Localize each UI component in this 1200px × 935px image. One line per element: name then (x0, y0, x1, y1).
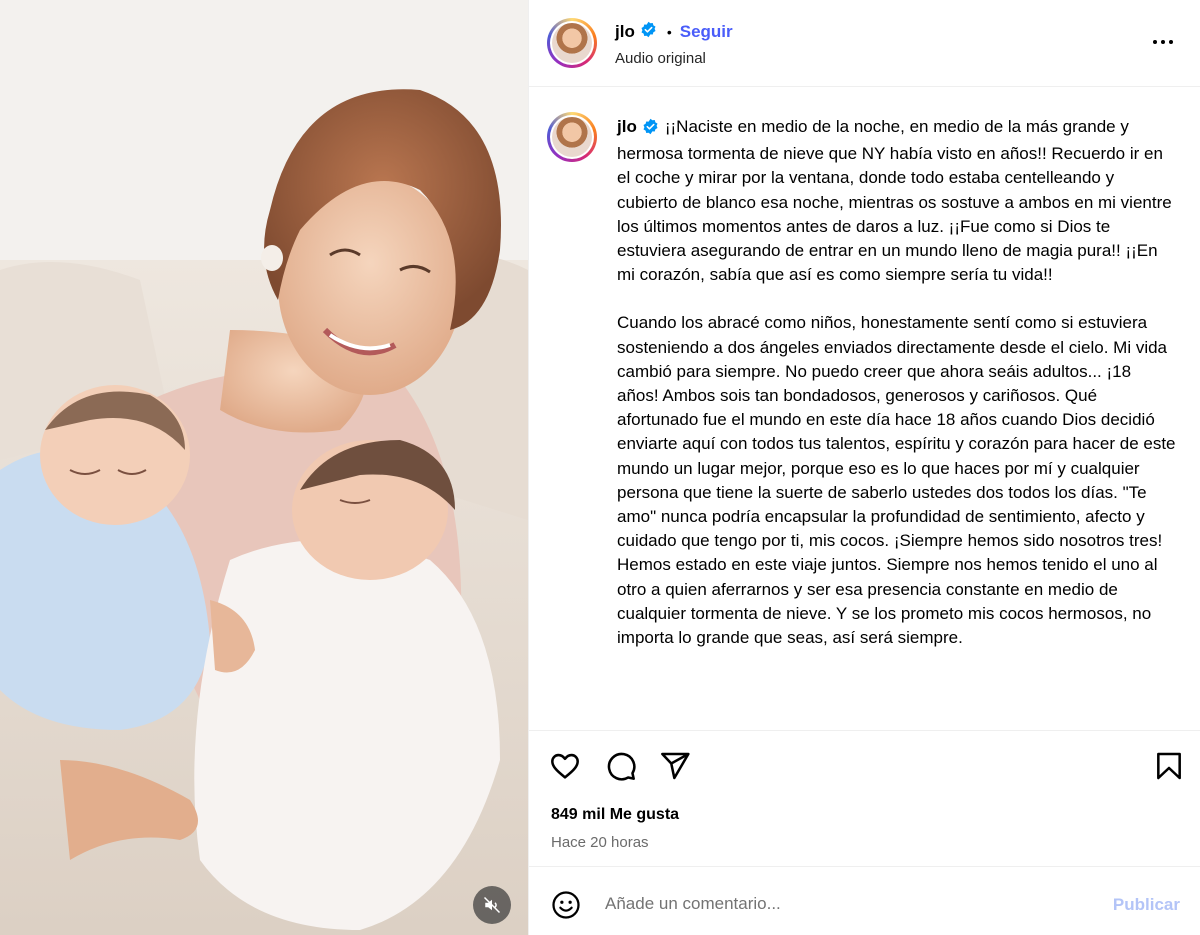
comment-button[interactable] (605, 750, 637, 787)
caption-scroll-area[interactable]: jlo ¡¡Naciste en medio de la noche, en me… (529, 88, 1200, 730)
save-button[interactable] (1153, 750, 1185, 787)
caption-text-paragraph-2: Cuando los abracé como niños, honestamen… (617, 313, 1176, 648)
like-button[interactable] (549, 750, 581, 787)
header-user-row: jlo • Seguir (615, 21, 733, 43)
emoji-button[interactable] (551, 890, 581, 925)
more-options-button[interactable] (1151, 30, 1175, 59)
add-comment-bar: Publicar (529, 866, 1200, 935)
separator-dot: • (666, 24, 672, 40)
post-actions: 849 mil Me gusta Hace 20 horas (529, 730, 1200, 865)
verified-badge-icon (642, 118, 659, 142)
bookmark-icon (1157, 752, 1181, 780)
caption-avatar[interactable] (547, 112, 597, 162)
caption-username[interactable]: jlo (617, 117, 659, 136)
mute-toggle-button[interactable] (473, 886, 511, 924)
avatar-photo (552, 23, 592, 63)
username-link[interactable]: jlo (615, 22, 635, 42)
comment-bubble-icon (607, 752, 636, 781)
paper-plane-icon (661, 752, 690, 780)
share-button[interactable] (659, 750, 691, 787)
caption-text-paragraph-1: ¡¡Naciste en medio de la noche, en medio… (617, 117, 1172, 285)
muted-speaker-icon (483, 896, 501, 914)
likes-count[interactable]: 849 mil Me gusta (551, 806, 679, 824)
follow-button[interactable]: Seguir (680, 22, 733, 42)
avatar-photo (552, 117, 592, 157)
avatar[interactable] (547, 18, 597, 68)
audio-original-link[interactable]: Audio original (615, 50, 706, 67)
more-options-icon (1153, 40, 1173, 44)
post-side-panel: jlo • Seguir Audio original jlo ¡¡Naciste… (528, 0, 1200, 935)
emoji-icon (552, 891, 580, 919)
post-timestamp[interactable]: Hace 20 horas (551, 834, 649, 851)
post-media (0, 0, 528, 935)
comment-input[interactable] (605, 891, 1085, 917)
post-caption: jlo ¡¡Naciste en medio de la noche, en me… (617, 115, 1177, 650)
post-photo (0, 0, 528, 935)
publish-button[interactable]: Publicar (1113, 895, 1180, 915)
heart-icon (551, 753, 579, 779)
post-header: jlo • Seguir Audio original (529, 0, 1200, 87)
verified-badge-icon (640, 21, 657, 43)
